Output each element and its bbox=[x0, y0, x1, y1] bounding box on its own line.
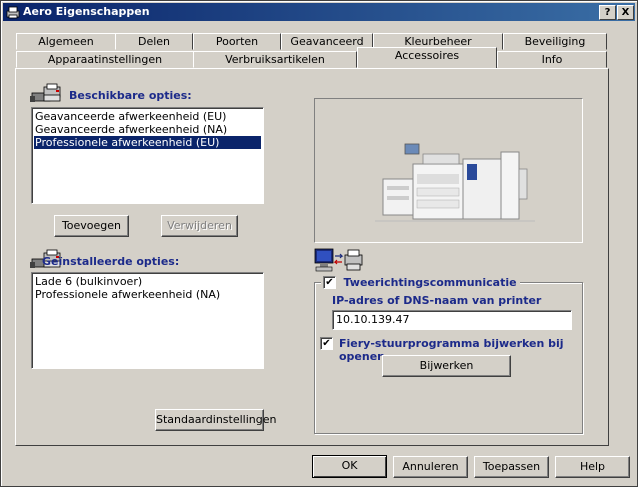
list-item[interactable]: Geavanceerde afwerkeenheid (EU) bbox=[34, 110, 261, 123]
ok-button[interactable]: OK bbox=[312, 455, 387, 478]
available-options-list[interactable]: Geavanceerde afwerkeenheid (EU) Geavancee… bbox=[31, 107, 264, 204]
fiery-update-checkbox[interactable]: ✔ bbox=[320, 337, 333, 350]
tab-algemeen[interactable]: Algemeen bbox=[16, 33, 116, 50]
help-title-button[interactable]: ? bbox=[599, 5, 616, 20]
tab-poorten[interactable]: Poorten bbox=[193, 33, 281, 50]
tab-apparaatinstellingen[interactable]: Apparaatinstellingen bbox=[16, 51, 194, 68]
cancel-button[interactable]: Annuleren bbox=[393, 456, 468, 478]
bidi-checkbox[interactable]: ✔ bbox=[323, 275, 336, 289]
available-options-heading: Beschikbare opties: bbox=[69, 89, 192, 102]
tab-info[interactable]: Info bbox=[497, 51, 607, 68]
tab-beveiliging[interactable]: Beveiliging bbox=[503, 33, 607, 50]
accessories-panel: Beschikbare opties: Geavanceerde afwerke… bbox=[15, 68, 609, 446]
ip-label: IP-adres of DNS-naam van printer bbox=[332, 294, 542, 307]
properties-window: Aero Eigenschappen ? X Algemeen Delen Poor… bbox=[0, 0, 638, 487]
list-item[interactable]: Professionele afwerkeenheid (NA) bbox=[34, 288, 261, 301]
list-item[interactable]: Lade 6 (bulkinvoer) bbox=[34, 275, 261, 288]
printer-image-frame bbox=[314, 98, 583, 243]
remove-button[interactable]: Verwijderen bbox=[161, 215, 238, 237]
bidi-checkbox-row[interactable]: ✔ Tweerichtingscommunicatie bbox=[321, 275, 520, 289]
close-button[interactable]: X bbox=[617, 5, 634, 20]
available-options-icon bbox=[30, 83, 61, 102]
apply-button[interactable]: Toepassen bbox=[474, 456, 549, 478]
bidi-label: Tweerichtingscommunicatie bbox=[343, 275, 517, 289]
window-title: Aero Eigenschappen bbox=[23, 5, 150, 18]
title-bar[interactable]: Aero Eigenschappen ? X bbox=[3, 3, 635, 21]
defaults-button[interactable]: Standaardinstellingen bbox=[155, 409, 276, 431]
add-button[interactable]: Toevoegen bbox=[54, 215, 129, 237]
bidirectional-communication-icon bbox=[314, 248, 363, 272]
printer-image bbox=[375, 143, 535, 222]
help-button[interactable]: Help bbox=[555, 456, 630, 478]
list-item[interactable]: Geavanceerde afwerkeenheid (NA) bbox=[34, 123, 261, 136]
update-button[interactable]: Bijwerken bbox=[382, 355, 511, 377]
ip-address-input[interactable]: 10.10.139.47 bbox=[332, 310, 572, 330]
list-item[interactable]: Professionele afwerkeenheid (EU) bbox=[34, 136, 261, 149]
installed-options-heading: Geïnstalleerde opties: bbox=[42, 255, 180, 268]
installed-options-list[interactable]: Lade 6 (bulkinvoer) Professionele afwerke… bbox=[31, 272, 264, 369]
tab-verbruiksartikelen[interactable]: Verbruiksartikelen bbox=[193, 51, 357, 68]
tab-delen[interactable]: Delen bbox=[115, 33, 193, 50]
tab-accessoires[interactable]: Accessoires bbox=[357, 47, 497, 68]
printer-icon bbox=[6, 6, 20, 19]
